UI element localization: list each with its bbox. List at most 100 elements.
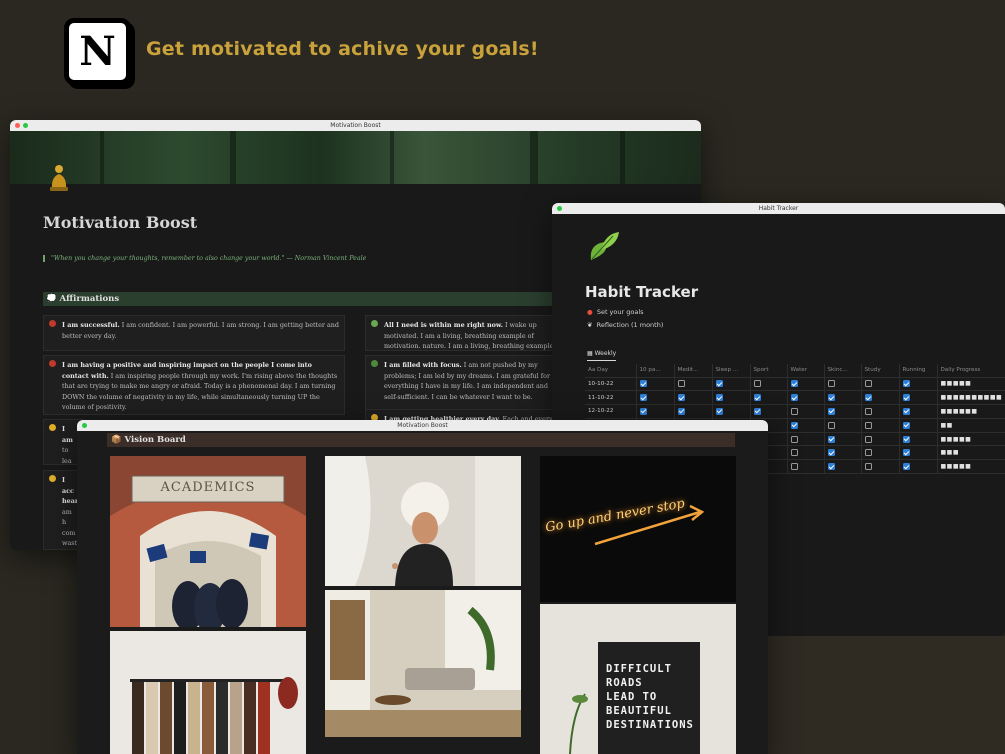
checkbox-checked[interactable] [902, 449, 910, 457]
backdrop-panel [768, 636, 1005, 754]
checkbox-unchecked[interactable] [827, 421, 835, 429]
close-button[interactable] [15, 123, 20, 128]
check-cell [899, 418, 938, 433]
check-cell [824, 418, 862, 433]
checkbox-checked[interactable] [902, 463, 910, 471]
vision-board-window: Motivation Boost 📦 Vision Board ACADEMIC… [77, 420, 768, 754]
check-cell [712, 390, 751, 406]
checkbox-unchecked[interactable] [864, 421, 872, 429]
check-cell [899, 432, 938, 447]
day-cell[interactable]: 12-10-22 [585, 404, 637, 419]
letterboard-line: ROADS [606, 677, 643, 689]
column-header[interactable]: Medit... [674, 364, 713, 378]
column-header[interactable]: Sleep ... [712, 364, 751, 378]
link-reflection[interactable]: ❦ Reflection (1 month) [587, 321, 663, 329]
checkbox-checked[interactable] [677, 407, 685, 415]
checkbox-checked[interactable] [902, 394, 910, 402]
column-header[interactable]: Daily Progress [937, 364, 1005, 378]
checkbox-checked[interactable] [639, 380, 647, 388]
checkbox-checked[interactable] [639, 394, 647, 402]
tree-icon [371, 360, 378, 367]
checkbox-unchecked[interactable] [864, 449, 872, 457]
checkbox-unchecked[interactable] [790, 435, 798, 443]
affirmation-card[interactable]: I am filled with focus. I am not pushed … [365, 355, 565, 415]
check-cell [787, 459, 825, 475]
column-header[interactable]: Study [861, 364, 900, 378]
column-header[interactable]: Aa Day [585, 364, 637, 378]
checkbox-checked[interactable] [753, 394, 761, 402]
letterboard-line: LEAD TO [606, 691, 658, 703]
checkbox-unchecked[interactable] [790, 407, 798, 415]
affirmation-bold: I acc hear [62, 476, 79, 505]
checkbox-checked[interactable] [639, 407, 647, 415]
checkbox-checked[interactable] [827, 435, 835, 443]
checkbox-unchecked[interactable] [864, 407, 872, 415]
cover-image [10, 131, 701, 184]
check-cell [899, 459, 938, 475]
window-titlebar[interactable]: Habit Tracker [552, 203, 1005, 214]
zoom-button[interactable] [557, 206, 562, 211]
column-header[interactable]: Sport [750, 364, 788, 378]
affirmation-bold: I am [62, 425, 73, 444]
checkbox-unchecked[interactable] [677, 380, 685, 388]
window-title: Motivation Boost [397, 422, 448, 429]
checkbox-checked[interactable] [677, 394, 685, 402]
checkbox-checked[interactable] [827, 407, 835, 415]
zoom-button[interactable] [82, 423, 87, 428]
column-header[interactable]: Water [787, 364, 825, 378]
affirmation-bold: I am filled with focus. [384, 361, 462, 369]
check-cell [674, 404, 713, 419]
check-cell [861, 432, 900, 447]
column-header[interactable]: Running [899, 364, 938, 378]
checkbox-checked[interactable] [715, 380, 723, 388]
checkbox-checked[interactable] [790, 421, 798, 429]
window-controls [557, 206, 562, 211]
checkbox-checked[interactable] [827, 463, 835, 471]
checkbox-checked[interactable] [902, 421, 910, 429]
checkbox-checked[interactable] [902, 380, 910, 388]
checkbox-checked[interactable] [827, 394, 835, 402]
checkbox-checked[interactable] [715, 394, 723, 402]
day-cell[interactable]: 11-10-22 [585, 390, 637, 406]
checkbox-unchecked[interactable] [790, 449, 798, 457]
window-titlebar[interactable]: Motivation Boost [10, 120, 701, 131]
checkbox-unchecked[interactable] [753, 380, 761, 388]
checkbox-unchecked[interactable] [864, 435, 872, 443]
checkbox-checked[interactable] [902, 435, 910, 443]
window-controls [15, 123, 28, 128]
table-row[interactable]: 11-10-22 ■■■■■■■■■■ [585, 390, 1005, 406]
affirmation-card[interactable]: All I need is within me right now. I wak… [365, 315, 565, 351]
checkbox-unchecked[interactable] [864, 380, 872, 388]
zoom-button[interactable] [23, 123, 28, 128]
mirror-photo[interactable] [325, 456, 521, 586]
progress-cell: ■■■■■ [937, 432, 1005, 447]
checkbox-unchecked[interactable] [827, 380, 835, 388]
day-cell[interactable]: 10-10-22 [585, 377, 637, 392]
affirmation-card[interactable]: I am having a positive and inspiring imp… [43, 355, 345, 415]
checkbox-checked[interactable] [902, 407, 910, 415]
table-row[interactable]: 10-10-22 ■■■■■ [585, 377, 1005, 392]
red-flower-icon [49, 360, 56, 367]
checkbox-checked[interactable] [753, 407, 761, 415]
affirmation-card[interactable]: I am successful. I am confident. I am po… [43, 315, 345, 351]
tab-weekly[interactable]: ▦ Weekly [587, 350, 617, 361]
clothes-photo[interactable] [110, 631, 306, 754]
window-titlebar[interactable]: Motivation Boost [77, 420, 768, 431]
checkbox-checked[interactable] [790, 394, 798, 402]
checkbox-checked[interactable] [790, 380, 798, 388]
table-row[interactable]: 12-10-22 ■■■■■■ [585, 404, 1005, 419]
checkbox-unchecked[interactable] [864, 463, 872, 471]
link-set-goals[interactable]: ● Set your goals [587, 308, 644, 316]
checkbox-checked[interactable] [827, 449, 835, 457]
checkbox-checked[interactable] [715, 407, 723, 415]
living-room-photo[interactable] [325, 590, 521, 737]
academics-photo[interactable]: ACADEMICS [110, 456, 306, 627]
checkbox-checked[interactable] [864, 394, 872, 402]
column-header[interactable]: 10 pa... [636, 364, 675, 378]
neon-photo[interactable]: Go up and never stop [540, 456, 736, 602]
column-header[interactable]: Skinc... [824, 364, 862, 378]
letterboard-photo[interactable]: DIFFICULT ROADS LEAD TO BEAUTIFUL DESTIN… [540, 604, 736, 754]
progress-cell: ■■■■■ [937, 377, 1005, 392]
checkbox-unchecked[interactable] [790, 463, 798, 471]
check-cell [674, 390, 713, 406]
